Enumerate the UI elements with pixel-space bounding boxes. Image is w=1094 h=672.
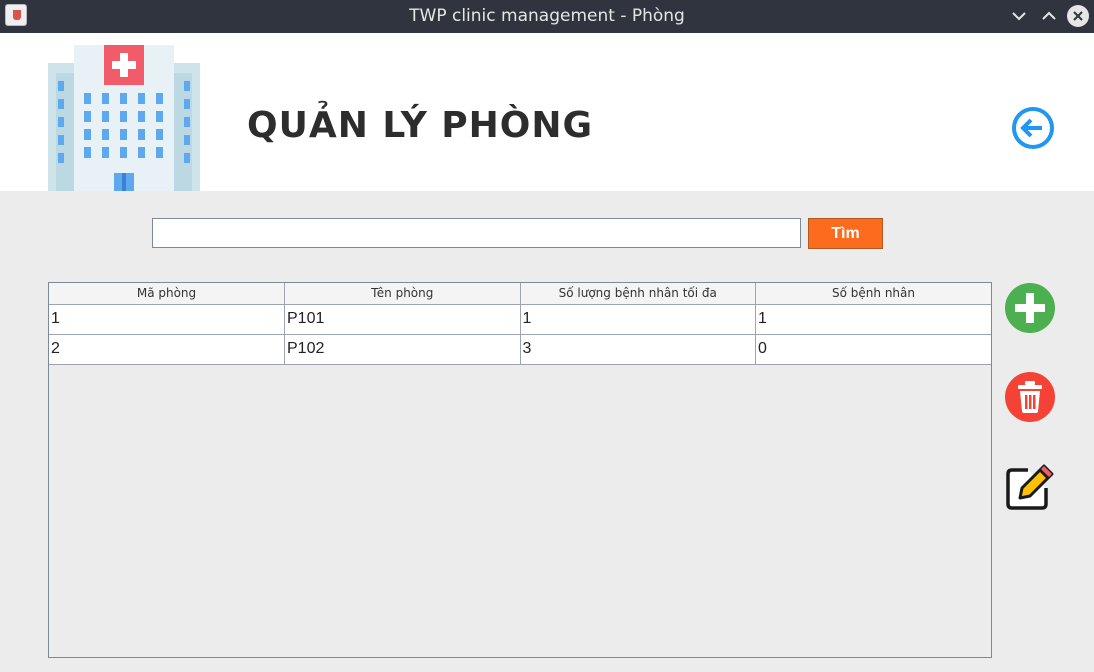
search-input[interactable] [152, 218, 801, 248]
table-row[interactable]: 2 P102 3 0 [49, 334, 991, 365]
table-cell[interactable]: 3 [520, 334, 756, 365]
table-cell[interactable]: 1 [49, 304, 285, 335]
column-header-patient-count[interactable]: Số bệnh nhân [755, 283, 991, 305]
column-header-room-id[interactable]: Mã phòng [49, 283, 285, 305]
table-cell[interactable]: 1 [755, 304, 991, 335]
page-header: QUẢN LÝ PHÒNG [0, 33, 1094, 191]
hospital-building-icon [48, 45, 200, 191]
delete-room-button[interactable] [1005, 372, 1055, 422]
edit-pencil-icon [1006, 464, 1054, 510]
table-row[interactable]: 1 P101 1 1 [49, 304, 991, 335]
maximize-button[interactable] [1037, 4, 1061, 28]
column-header-room-name[interactable]: Tên phòng [284, 283, 521, 305]
chevron-up-icon [1042, 11, 1056, 20]
window-titlebar: TWP clinic management - Phòng [0, 0, 1094, 33]
add-room-button[interactable] [1005, 283, 1055, 333]
table-cell[interactable]: 2 [49, 334, 285, 365]
close-icon [1067, 5, 1089, 27]
chevron-down-icon [1012, 12, 1026, 21]
rooms-table: Mã phòng Tên phòng Số lượng bệnh nhân tố… [49, 283, 991, 365]
table-cell[interactable]: P101 [284, 304, 521, 335]
table-header-row: Mã phòng Tên phòng Số lượng bệnh nhân tố… [49, 283, 991, 305]
table-cell[interactable]: 1 [520, 304, 756, 335]
page-title: QUẢN LÝ PHÒNG [247, 105, 594, 146]
window-title: TWP clinic management - Phòng [409, 6, 685, 26]
minimize-button[interactable] [1007, 4, 1031, 28]
table-cell[interactable]: P102 [284, 334, 521, 365]
search-button[interactable]: Tìm [808, 218, 883, 249]
table-cell[interactable]: 0 [755, 334, 991, 365]
edit-room-button[interactable] [1004, 462, 1056, 512]
rooms-table-container[interactable]: Mã phòng Tên phòng Số lượng bệnh nhân tố… [48, 282, 992, 658]
column-header-max-patients[interactable]: Số lượng bệnh nhân tối đa [520, 283, 756, 305]
close-button[interactable] [1066, 4, 1090, 28]
back-arrow-icon[interactable] [1010, 105, 1056, 151]
